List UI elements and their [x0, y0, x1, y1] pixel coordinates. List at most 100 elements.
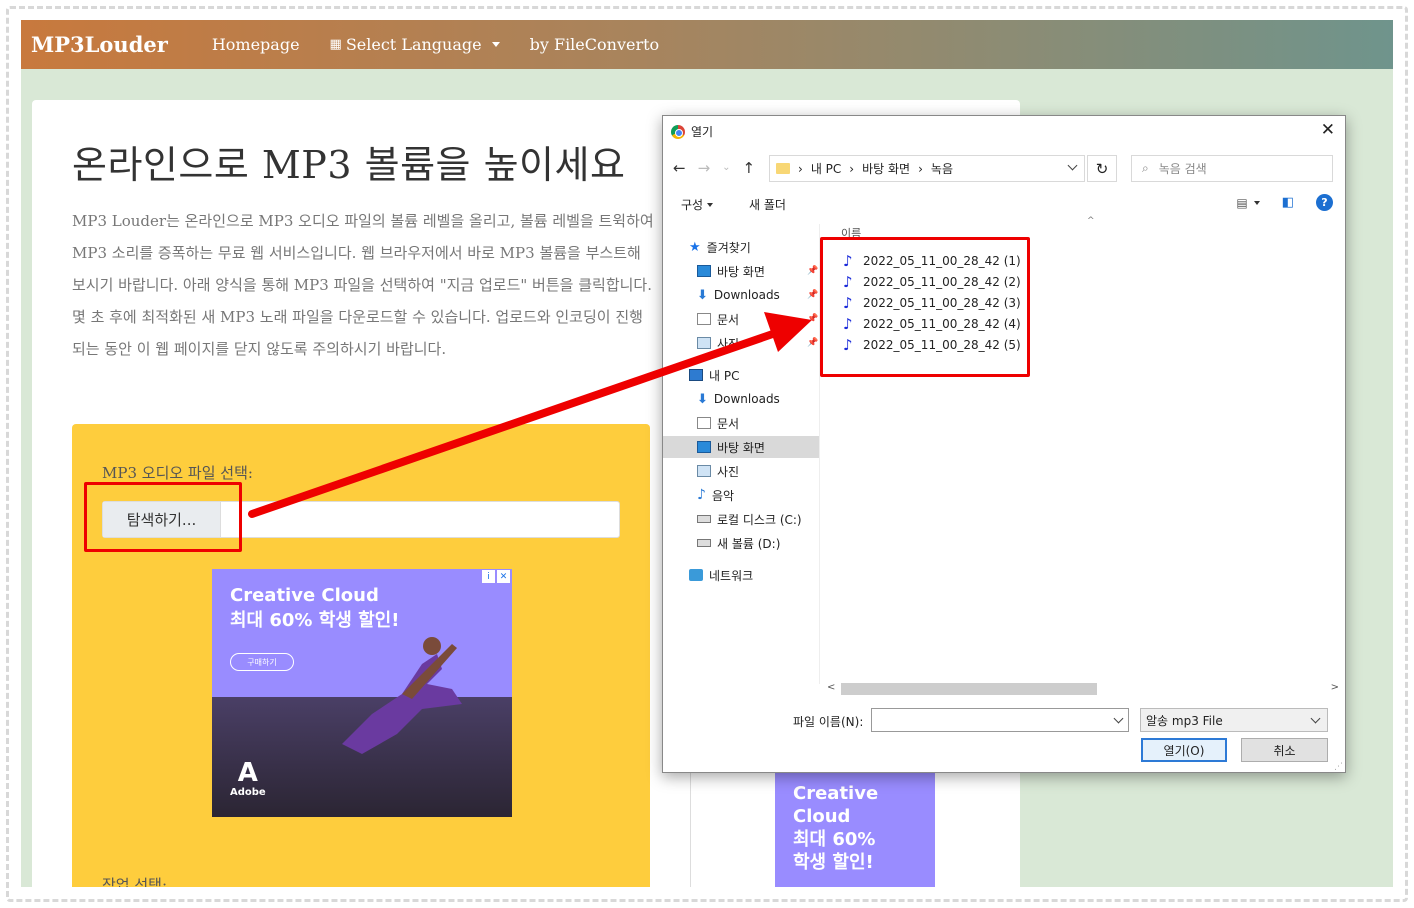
tree-quick-desktop[interactable]: 바탕 화면 — [697, 260, 765, 282]
tree-network[interactable]: 네트워크 — [689, 564, 753, 586]
tree-quick-downloads[interactable]: ⬇ Downloads — [697, 284, 780, 306]
network-icon — [689, 569, 703, 581]
tree-label: 바탕 화면 — [717, 440, 765, 455]
filetype-select[interactable]: 알송 mp3 File — [1140, 708, 1328, 732]
download-icon: ⬇ — [697, 287, 708, 303]
tree-label: Downloads — [713, 392, 780, 406]
breadcrumb-recordings[interactable]: 녹음 — [931, 160, 953, 177]
search-icon: ⌕ — [1142, 161, 1149, 175]
annotation-box-files — [820, 237, 1030, 377]
upload-label: MP3 오디오 파일 선택: — [102, 464, 253, 482]
chrome-icon — [671, 124, 685, 139]
side-ad-banner[interactable]: Creative Cloud 최대 60% 학생 할인! — [775, 772, 935, 887]
pin-icon: 📌 — [807, 314, 819, 324]
tree-pc-downloads[interactable]: ⬇ Downloads — [697, 388, 780, 410]
tree-pc-drive-d[interactable]: 새 볼륨 (D:) — [697, 532, 780, 554]
page-description: MP3 Louder는 온라인으로 MP3 오디오 파일의 볼륨 레벨을 올리고… — [72, 212, 654, 358]
filetype-value: 알송 mp3 File — [1146, 713, 1223, 728]
pictures-icon — [697, 465, 711, 477]
side-ad-line3: 학생 할인! — [793, 852, 874, 873]
nav-by-fileconverto[interactable]: by FileConverto — [530, 35, 660, 54]
nav-select-language-label: Select Language — [345, 35, 482, 54]
tree-pc-music[interactable]: ♪ 음악 — [697, 484, 734, 506]
dialog-titlebar: 열기 — [671, 123, 713, 140]
address-row: ← → ⌄ ↑ › 내 PC › 바탕 화면 › 녹음 ↻ ⌕ 녹음 검색 — [663, 152, 1347, 184]
task-label: 작업 선택: — [102, 876, 168, 887]
forward-arrow-icon[interactable]: → — [698, 159, 711, 177]
address-bar[interactable]: › 내 PC › 바탕 화면 › 녹음 — [769, 155, 1085, 182]
filename-label: 파일 이름(N): — [793, 715, 864, 729]
open-button[interactable]: 열기(O) — [1141, 738, 1227, 762]
resize-grip-icon[interactable]: ⋰ — [1334, 762, 1343, 772]
chevron-down-icon[interactable] — [1113, 713, 1124, 724]
caret-down-icon — [491, 42, 500, 47]
side-ad-line2: 최대 60% — [793, 829, 876, 850]
tree-label: 문서 — [717, 416, 740, 431]
scrollbar-thumb[interactable] — [841, 683, 1097, 695]
adobe-logo-text: Adobe — [230, 787, 266, 798]
nav-arrows: ← → ⌄ ↑ — [673, 159, 755, 177]
sort-ascending-icon: ^ — [1087, 216, 1095, 226]
ad-banner[interactable]: Creative Cloud 최대 60% 학생 할인! 구매하기 A Adob… — [212, 569, 512, 817]
pictures-icon — [697, 337, 711, 349]
tree-label: 바탕 화면 — [717, 264, 765, 279]
ad-controls: i ✕ — [482, 570, 510, 583]
horizontal-scrollbar[interactable]: < > — [823, 682, 1343, 696]
tree-pc-desktop[interactable]: 바탕 화면 — [663, 436, 819, 458]
tree-label: 즐겨찾기 — [706, 240, 751, 255]
cancel-button[interactable]: 취소 — [1241, 738, 1328, 762]
nav-select-language[interactable]: ▦ Select Language — [330, 35, 500, 54]
download-icon: ⬇ — [697, 391, 708, 407]
scroll-left-icon[interactable]: < — [827, 682, 835, 693]
search-input[interactable]: ⌕ 녹음 검색 — [1131, 155, 1333, 182]
breadcrumb-desktop[interactable]: 바탕 화면 — [862, 160, 910, 177]
open-file-dialog: 열기 ✕ ← → ⌄ ↑ › 내 PC › 바탕 화면 › 녹음 ↻ ⌕ 녹음 … — [662, 115, 1346, 773]
breadcrumb-sep-icon: › — [918, 161, 923, 176]
navbar: MP3Louder Homepage ▦ Select Language by … — [21, 20, 1393, 69]
tree-label: 네트워크 — [709, 568, 754, 583]
view-controls: ▤ ◧ ? — [1236, 194, 1333, 211]
new-folder-button[interactable]: 새 폴더 — [749, 196, 786, 213]
ad-title-line1: Creative Cloud — [230, 585, 379, 606]
document-icon — [697, 417, 711, 429]
tree-pc-drive-c[interactable]: 로컬 디스크 (C:) — [697, 508, 802, 530]
adobe-logo-mark: A — [237, 758, 258, 788]
search-placeholder: 녹음 검색 — [1158, 162, 1207, 176]
music-icon: ♪ — [697, 487, 706, 503]
ad-info-icon[interactable]: i — [482, 570, 495, 583]
breadcrumb-pc[interactable]: 내 PC — [811, 160, 841, 177]
help-icon[interactable]: ? — [1316, 194, 1333, 211]
recent-chevron-icon[interactable]: ⌄ — [722, 162, 730, 177]
scroll-right-icon[interactable]: > — [1331, 682, 1339, 693]
tree-pc-pictures[interactable]: 사진 — [697, 460, 739, 482]
address-dropdown-icon[interactable] — [1067, 160, 1078, 175]
ad-buy-button[interactable]: 구매하기 — [230, 653, 294, 671]
organize-button[interactable]: 구성 — [681, 196, 714, 213]
tree-label: 문서 — [717, 312, 740, 327]
drive-icon — [697, 515, 711, 523]
tree-this-pc[interactable]: 내 PC — [689, 364, 739, 386]
tree-quick-documents[interactable]: 문서 — [697, 308, 739, 330]
view-options-icon[interactable]: ▤ — [1236, 196, 1260, 210]
desktop-icon — [697, 441, 711, 453]
organize-label: 구성 — [681, 198, 704, 212]
up-arrow-icon[interactable]: ↑ — [743, 159, 756, 177]
ad-close-icon[interactable]: ✕ — [497, 570, 510, 583]
dialog-title: 열기 — [691, 125, 714, 139]
filename-input[interactable] — [871, 708, 1129, 732]
preview-pane-icon[interactable]: ◧ — [1282, 195, 1294, 210]
brand-logo[interactable]: MP3Louder — [31, 32, 168, 57]
nav-homepage[interactable]: Homepage — [212, 35, 300, 54]
pin-icon: 📌 — [807, 338, 819, 348]
tree-label: 사진 — [717, 336, 740, 351]
annotation-box-browse — [84, 482, 242, 552]
tree-quick-pictures[interactable]: 사진 — [697, 332, 739, 354]
side-ad-line1: Creative Cloud — [793, 783, 879, 827]
tree-pc-documents[interactable]: 문서 — [697, 412, 739, 434]
close-icon[interactable]: ✕ — [1321, 120, 1335, 140]
back-arrow-icon[interactable]: ← — [673, 159, 686, 177]
tree-quick-access[interactable]: ★ 즐겨찾기 — [689, 236, 751, 258]
tree-label: 새 볼륨 (D:) — [717, 536, 781, 551]
ad-title-line2: 최대 60% 학생 할인! — [230, 610, 400, 631]
refresh-icon[interactable]: ↻ — [1087, 155, 1117, 182]
